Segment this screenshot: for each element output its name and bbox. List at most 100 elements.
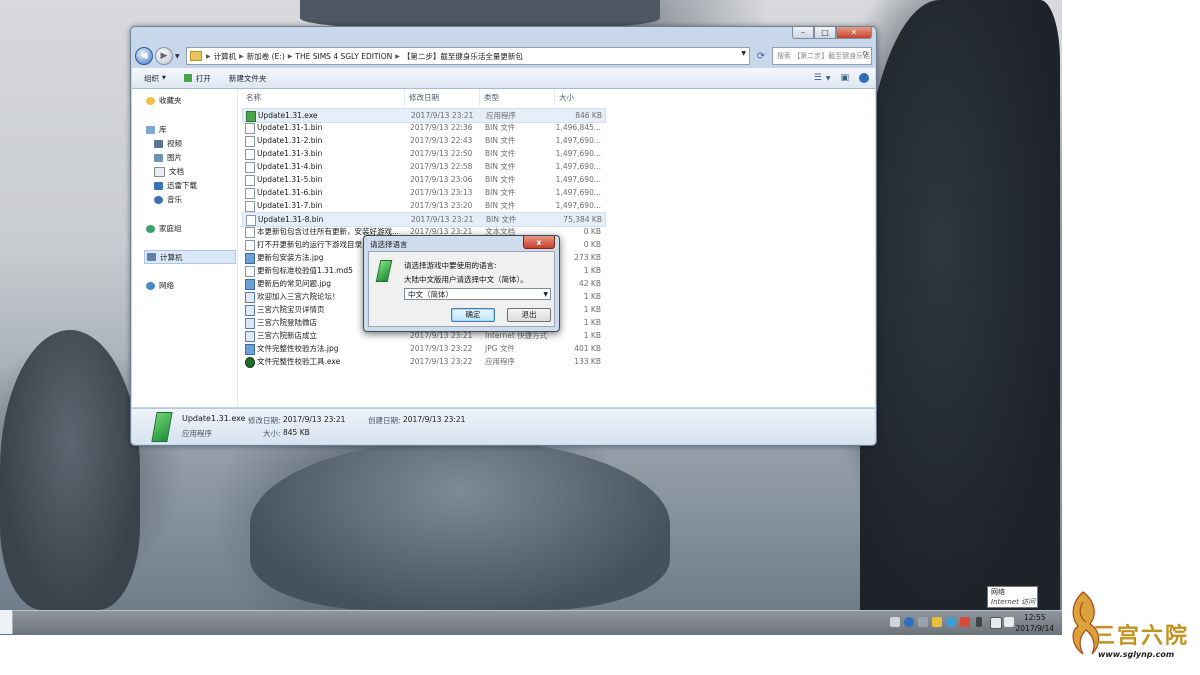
music-icon	[154, 195, 163, 204]
address-bar[interactable]: ▶ 计算机 ▶ 新加卷 (E:) ▶ THE SIMS 4 SGLY EDITI…	[186, 47, 750, 65]
file-size: 1,497,690...	[555, 136, 601, 145]
nav-thunder[interactable]: 迅雷下载	[154, 180, 197, 191]
document-icon	[154, 166, 165, 177]
dialog-close-button[interactable]: x	[523, 236, 555, 249]
file-name: 更新包安装方法.jpg	[257, 253, 324, 262]
column-header-type[interactable]: 类型	[479, 89, 554, 106]
breadcrumb-drive[interactable]: 新加卷 (E:)	[247, 51, 285, 62]
preview-pane-icon[interactable]: ▣	[840, 73, 849, 83]
file-row[interactable]: 文件完整性校验工具.exe 2017/9/13 23:22 应用程序 133 KB	[242, 355, 604, 368]
close-window-button[interactable]: ✕	[836, 27, 872, 39]
breadcrumb-update-folder[interactable]: 【第二步】截至健身乐活全量更新包	[403, 51, 523, 62]
dialog-body: 请选择游戏中要使用的语言: 大陆中文版用户请选择中文（简体）。 中文（简体） ▼…	[368, 251, 555, 327]
file-icon	[245, 149, 255, 160]
breadcrumb-game-folder[interactable]: THE SIMS 4 SGLY EDITION	[295, 52, 392, 61]
column-header-date[interactable]: 修改日期	[404, 89, 479, 106]
wallpaper-cliff-right	[860, 0, 1060, 610]
computer-icon	[147, 253, 156, 261]
open-button[interactable]: 打开	[183, 73, 211, 84]
show-desktop-button[interactable]	[0, 610, 13, 634]
column-header-size[interactable]: 大小	[554, 89, 609, 106]
file-size: 1 KB	[583, 266, 601, 275]
nav-libraries[interactable]: 库	[146, 124, 167, 135]
file-type: BIN 文件	[485, 149, 516, 158]
file-row[interactable]: Update1.31-6.bin 2017/9/13 23:13 BIN 文件 1,4…	[242, 186, 604, 199]
navigation-bar: ◀ ▶ ▼ ▶ 计算机 ▶ 新加卷 (E:) ▶ THE SIMS 4 SGLY…	[135, 46, 872, 66]
column-header-name[interactable]: 名称	[246, 89, 261, 106]
tray-settings-icon[interactable]	[918, 617, 928, 627]
maximize-button[interactable]: □	[814, 27, 836, 39]
language-select-value: 中文（简体）	[408, 290, 453, 299]
recent-pages-dropdown[interactable]: ▼	[175, 53, 182, 60]
ok-button[interactable]: 确定	[451, 308, 495, 322]
minimize-button[interactable]: –	[792, 27, 814, 39]
view-options-icon[interactable]: ☰	[814, 73, 822, 83]
tray-sync-icon[interactable]	[946, 617, 956, 627]
address-dropdown-icon[interactable]: ▼	[741, 50, 746, 57]
tray-arrow-icon[interactable]	[976, 617, 982, 627]
file-row[interactable]: Update1.31-5.bin 2017/9/13 23:06 BIN 文件 1,4…	[242, 173, 604, 186]
shortcut-icon	[245, 305, 255, 316]
file-size: 133 KB	[574, 357, 601, 366]
file-row[interactable]: Update1.31-7.bin 2017/9/13 23:20 BIN 文件 1,4…	[242, 199, 604, 212]
file-date: 2017/9/13 23:06	[410, 175, 473, 184]
nav-computer[interactable]: 计算机	[144, 250, 236, 264]
language-dialog: 请选择语言 x 请选择游戏中要使用的语言: 大陆中文版用户请选择中文（简体）。 …	[363, 235, 560, 332]
video-icon	[154, 139, 163, 148]
nav-homegroup[interactable]: 家庭组	[146, 223, 182, 234]
exit-button[interactable]: 退出	[507, 308, 551, 322]
image-file-icon	[245, 344, 255, 355]
details-pane: Update1.31.exe 修改日期: 2017/9/13 23:21 创建日…	[132, 408, 875, 444]
file-row[interactable]: 文件完整性校验方法.jpg 2017/9/13 23:22 JPG 文件 401 KB	[242, 342, 604, 355]
view-dropdown-icon[interactable]: ▼	[826, 75, 831, 82]
tray-network-icon[interactable]	[990, 617, 1002, 629]
language-select[interactable]: 中文（简体） ▼	[404, 288, 551, 300]
taskbar-clock[interactable]: 12:55 2017/9/14	[1016, 612, 1054, 634]
tray-help-icon[interactable]	[904, 617, 914, 627]
forward-arrow-icon[interactable]: ▶	[155, 47, 173, 65]
file-icon	[245, 266, 255, 277]
detail-created-value: 2017/9/13 23:21	[403, 415, 466, 424]
new-folder-button[interactable]: 新建文件夹	[229, 73, 267, 84]
detail-modified-label: 修改日期:	[248, 416, 281, 425]
file-date: 2017/9/13 22:36	[410, 123, 473, 132]
file-date: 2017/9/13 23:13	[410, 188, 473, 197]
tray-antivirus-icon[interactable]	[960, 617, 970, 627]
taskbar: 12:55 2017/9/14	[0, 610, 1062, 635]
file-row[interactable]: Update1.31-2.bin 2017/9/13 22:43 BIN 文件 1,4…	[242, 134, 604, 147]
nav-music[interactable]: 音乐	[154, 194, 182, 205]
tray-volume-icon[interactable]	[1004, 617, 1014, 627]
file-name: Update1.31-4.bin	[257, 162, 323, 171]
nav-network[interactable]: 网络	[146, 280, 174, 291]
back-arrow-icon[interactable]: ◀	[135, 47, 153, 65]
download-folder-icon	[154, 181, 163, 190]
file-name: Update1.31-7.bin	[257, 201, 323, 210]
dialog-title: 请选择语言	[370, 240, 408, 249]
breadcrumb-computer[interactable]: 计算机	[214, 51, 237, 62]
refresh-icon[interactable]: ⟳	[754, 49, 768, 63]
network-icon	[146, 281, 155, 290]
file-name: 更新包标准校验值1.31.md5	[257, 266, 353, 275]
nav-favorites[interactable]: 收藏夹	[146, 95, 182, 106]
dialog-message-secondary: 大陆中文版用户请选择中文（简体）。	[404, 275, 528, 284]
search-icon[interactable]: ⚲	[862, 50, 868, 59]
organize-button[interactable]: 组织 ▼	[144, 73, 166, 84]
nav-documents[interactable]: 文档	[154, 166, 184, 177]
nav-pictures[interactable]: 图片	[154, 152, 182, 163]
command-bar: 组织 ▼ 打开 新建文件夹 ☰ ▼ ▣ ?	[132, 68, 875, 89]
file-row[interactable]: Update1.31-3.bin 2017/9/13 22:50 BIN 文件 1,4…	[242, 147, 604, 160]
file-size: 1,497,690...	[555, 149, 601, 158]
tray-app-icon[interactable]	[932, 617, 942, 627]
file-name: Update1.31-5.bin	[257, 175, 323, 184]
help-icon[interactable]: ?	[859, 73, 869, 83]
file-row[interactable]: Update1.31-1.bin 2017/9/13 22:36 BIN 文件 1,4…	[242, 121, 604, 134]
file-row[interactable]: Update1.31-4.bin 2017/9/13 22:58 BIN 文件 1,4…	[242, 160, 604, 173]
file-name: 更新后的常见问题.jpg	[257, 279, 331, 288]
search-input[interactable]: 搜索 【第二步】截至健身乐活全量更... ⚲	[772, 47, 872, 65]
open-icon	[183, 74, 192, 82]
nav-videos[interactable]: 视频	[154, 138, 182, 149]
star-icon	[146, 96, 155, 105]
tooltip-title: 网络	[991, 588, 1005, 596]
file-size: 401 KB	[574, 344, 601, 353]
tray-keyboard-icon[interactable]	[890, 617, 900, 627]
